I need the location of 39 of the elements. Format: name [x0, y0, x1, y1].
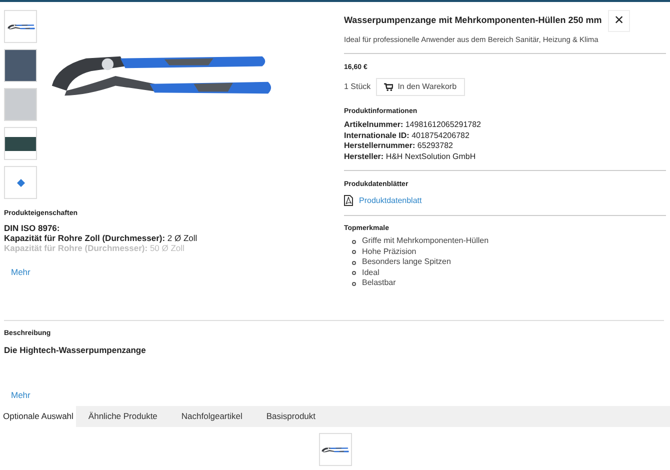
tab[interactable]: Optionale Auswahl: [0, 406, 76, 427]
tab[interactable]: Ähnliche Produkte: [82, 406, 164, 427]
tab[interactable]: Nachfolgeartikel: [175, 406, 248, 427]
feature-item: Besonders lange Spitzen: [362, 257, 451, 268]
info-line: Herstellernummer: 65293782: [344, 141, 454, 152]
property-line: DIN ISO 8976:: [4, 222, 61, 232]
more-link[interactable]: Mehr: [11, 266, 340, 278]
photo-placeholder[interactable]: [4, 49, 37, 82]
tab[interactable]: Basisprodukt: [260, 406, 322, 427]
product-thumbnail[interactable]: [4, 10, 37, 43]
cart-icon: [384, 82, 393, 91]
bullet-icon: [352, 282, 356, 286]
feature-item: Hohe Präzision: [362, 246, 416, 258]
feature-item: Belastbar: [362, 278, 396, 289]
pliers-drawing: [6, 22, 34, 32]
bullet-icon: [352, 260, 356, 264]
info-line: Artikelnummer: 14981612065291782: [344, 120, 482, 131]
more-link[interactable]: Mehr: [11, 389, 664, 402]
property-line: Kapazität für Rohre (Durchmesser): 50 Ø Zoll: [4, 242, 186, 252]
product-title: Wasserpumpenzange mit Mehrkomponenten-Hüllen 250 mm: [344, 14, 602, 27]
bullet-icon: [352, 240, 356, 244]
pdf-icon: [344, 195, 353, 206]
info-line: Internationale ID: 4018754206782: [344, 130, 470, 142]
quantity: 1 Stück: [344, 80, 371, 93]
logo-icon: [16, 178, 24, 186]
logo-thumbnail[interactable]: [4, 166, 37, 199]
bullet-icon: [352, 271, 356, 275]
description-text: Die Hightech-Wasserpumpenzange: [4, 344, 147, 356]
property-line: Kapazität für Rohre Zoll (Durchmesser): 2 Ø Zoll: [4, 232, 198, 242]
feature-item: Ideal: [362, 268, 380, 278]
feature-item: Griffe mit Mehrkomponenten-Hüllen: [362, 236, 489, 247]
product-thumbnail[interactable]: [318, 433, 352, 466]
pliers-drawing: [321, 444, 349, 454]
bullet-icon: [352, 250, 356, 254]
close-button[interactable]: ×: [608, 10, 630, 32]
info-line: Hersteller: H&H NextSolution GmbH: [344, 152, 477, 162]
datasheet-link[interactable]: Produktdatenblatt: [359, 194, 422, 207]
add-to-cart-button[interactable]: In den Warekorb: [376, 78, 465, 96]
photo-placeholder[interactable]: [4, 127, 37, 160]
